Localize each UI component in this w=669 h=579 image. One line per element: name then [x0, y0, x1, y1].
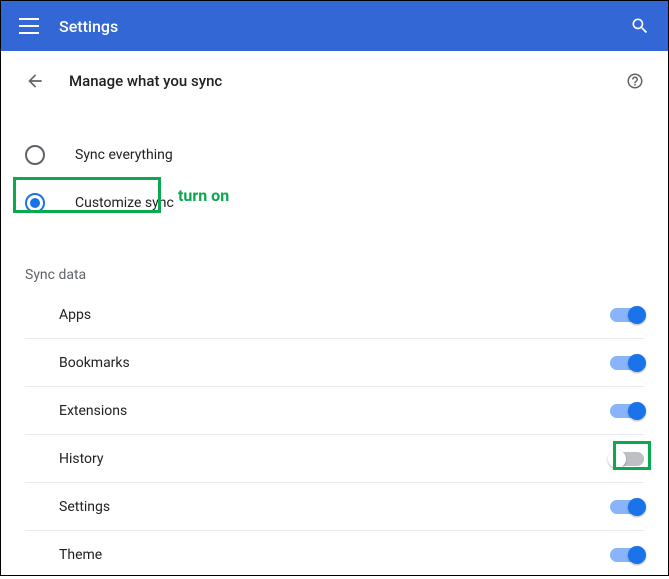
radio-sync-everything[interactable]: Sync everything — [25, 131, 644, 179]
radio-icon-selected[interactable] — [25, 193, 45, 213]
toggle-label: Settings — [59, 499, 610, 515]
toggle-switch-history[interactable] — [610, 452, 644, 466]
section-title: Sync data — [25, 267, 644, 283]
toggle-row-theme: Theme — [25, 531, 644, 579]
back-arrow-icon[interactable] — [25, 71, 45, 91]
toggle-switch-bookmarks[interactable] — [610, 356, 644, 370]
toggle-switch-theme[interactable] — [610, 548, 644, 562]
toggle-label: History — [59, 451, 610, 467]
app-header: Settings — [1, 1, 668, 51]
toggle-row-bookmarks: Bookmarks — [25, 339, 644, 387]
toggle-switch-settings[interactable] — [610, 500, 644, 514]
subheader: Manage what you sync — [1, 51, 668, 91]
toggle-row-apps: Apps — [25, 291, 644, 339]
toggle-row-extensions: Extensions — [25, 387, 644, 435]
toggle-label: Bookmarks — [59, 355, 610, 371]
header-title: Settings — [59, 17, 118, 36]
radio-label: Customize sync — [75, 195, 174, 211]
page-title: Manage what you sync — [69, 72, 222, 90]
toggle-label: Extensions — [59, 403, 610, 419]
radio-label: Sync everything — [75, 147, 173, 163]
radio-customize-sync[interactable]: Customize sync — [25, 179, 644, 227]
toggle-label: Theme — [59, 547, 610, 563]
toggle-label: Apps — [59, 307, 610, 323]
toggle-row-history: History — [25, 435, 644, 483]
radio-icon[interactable] — [25, 145, 45, 165]
toggle-row-settings: Settings — [25, 483, 644, 531]
toggle-switch-extensions[interactable] — [610, 404, 644, 418]
toggle-list: Apps Bookmarks Extensions History Settin… — [25, 291, 644, 579]
content: Sync everything Customize sync Sync data… — [1, 91, 668, 579]
help-icon[interactable] — [626, 72, 644, 90]
annotation-text: turn on — [178, 186, 229, 205]
menu-icon[interactable] — [19, 18, 39, 34]
toggle-switch-apps[interactable] — [610, 308, 644, 322]
search-icon[interactable] — [630, 16, 650, 36]
